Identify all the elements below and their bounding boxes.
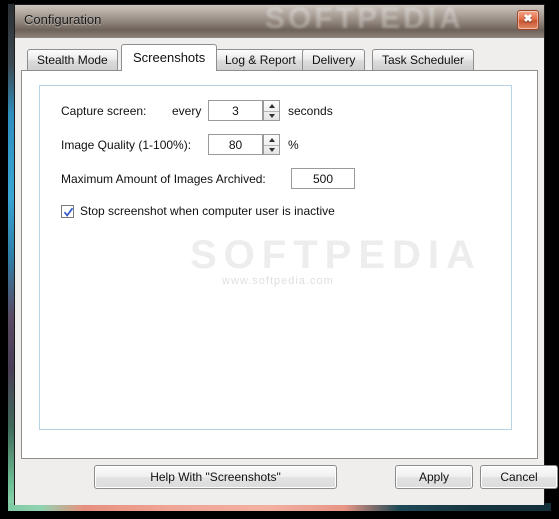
apply-button[interactable]: Apply <box>395 465 473 489</box>
capture-interval-spin-buttons[interactable] <box>263 100 280 121</box>
image-quality-stepper[interactable] <box>208 134 280 155</box>
stop-when-inactive-label: Stop screenshot when computer user is in… <box>80 204 335 218</box>
capture-seconds-label: seconds <box>288 104 333 118</box>
image-quality-spin-buttons[interactable] <box>263 134 280 155</box>
tab-panel-screenshots: SOFTPEDIA www.softpedia.com Capture scre… <box>21 70 538 459</box>
tab-label: Screenshots <box>133 50 206 65</box>
close-icon: ✖ <box>523 13 533 25</box>
dialog-footer: Help With "Screenshots" Apply Cancel <box>21 465 558 493</box>
checkmark-icon <box>63 207 74 217</box>
image-quality-label: Image Quality (1-100%): <box>61 138 192 152</box>
image-quality-row: Image Quality (1-100%): 80 % <box>40 134 511 156</box>
tab-label: Delivery <box>312 53 356 67</box>
spinner-up-button[interactable] <box>264 101 279 112</box>
title-bar[interactable]: SOFTPEDIA Configuration ✖ <box>15 5 544 38</box>
capture-screen-row: Capture screen: every 3 seconds <box>40 100 511 122</box>
stop-when-inactive-checkbox[interactable] <box>61 204 74 218</box>
image-quality-percent-label: % <box>288 138 299 152</box>
titlebar-watermark: SOFTPEDIA <box>265 5 464 35</box>
image-quality-input[interactable] <box>208 134 263 155</box>
tab-log-report[interactable]: Log & Report <box>215 49 306 70</box>
capture-interval-stepper[interactable] <box>208 100 280 121</box>
cancel-button[interactable]: Cancel <box>480 465 558 489</box>
configuration-window: SOFTPEDIA Configuration ✖ Stealth Mode S… <box>14 4 558 505</box>
capture-screen-label: Capture screen: <box>61 104 147 118</box>
tab-screenshots[interactable]: Screenshots <box>121 44 218 71</box>
tab-label: Stealth Mode <box>37 53 108 67</box>
spinner-up-button[interactable] <box>264 135 279 146</box>
screenshot-settings-group: Capture screen: every 3 seconds Image Qu… <box>39 85 512 430</box>
tab-label: Task Scheduler <box>382 53 465 67</box>
tab-label: Log & Report <box>225 53 296 67</box>
capture-every-label: every <box>172 104 202 118</box>
close-button[interactable]: ✖ <box>517 10 539 30</box>
help-with-screenshots-button[interactable]: Help With "Screenshots" <box>94 465 337 489</box>
max-archived-row: Maximum Amount of Images Archived: <box>40 168 511 190</box>
screen: SOFTPEDIA Configuration ✖ Stealth Mode S… <box>0 0 559 519</box>
button-label: Cancel <box>500 470 538 484</box>
tab-stealth-mode[interactable]: Stealth Mode <box>27 49 118 70</box>
spinner-down-button[interactable] <box>264 146 279 156</box>
tab-delivery[interactable]: Delivery <box>302 49 366 70</box>
stop-when-inactive-checkbox-row[interactable]: Stop screenshot when computer user is in… <box>61 204 335 218</box>
button-label: Help With "Screenshots" <box>150 470 281 484</box>
spinner-down-button[interactable] <box>264 112 279 122</box>
window-title: Configuration <box>24 12 102 27</box>
button-label: Apply <box>418 470 450 484</box>
chevron-down-icon <box>268 114 275 119</box>
max-archived-input[interactable] <box>291 168 355 189</box>
tab-strip: Stealth Mode Screenshots Log & Report De… <box>27 44 538 71</box>
chevron-down-icon <box>268 148 275 153</box>
tab-control: Stealth Mode Screenshots Log & Report De… <box>21 44 538 459</box>
capture-interval-input[interactable] <box>208 100 263 121</box>
chevron-up-icon <box>268 137 275 142</box>
client-area: Stealth Mode Screenshots Log & Report De… <box>15 38 558 505</box>
chevron-up-icon <box>268 103 275 108</box>
max-archived-label: Maximum Amount of Images Archived: <box>61 172 266 186</box>
tab-task-scheduler[interactable]: Task Scheduler <box>372 49 475 70</box>
